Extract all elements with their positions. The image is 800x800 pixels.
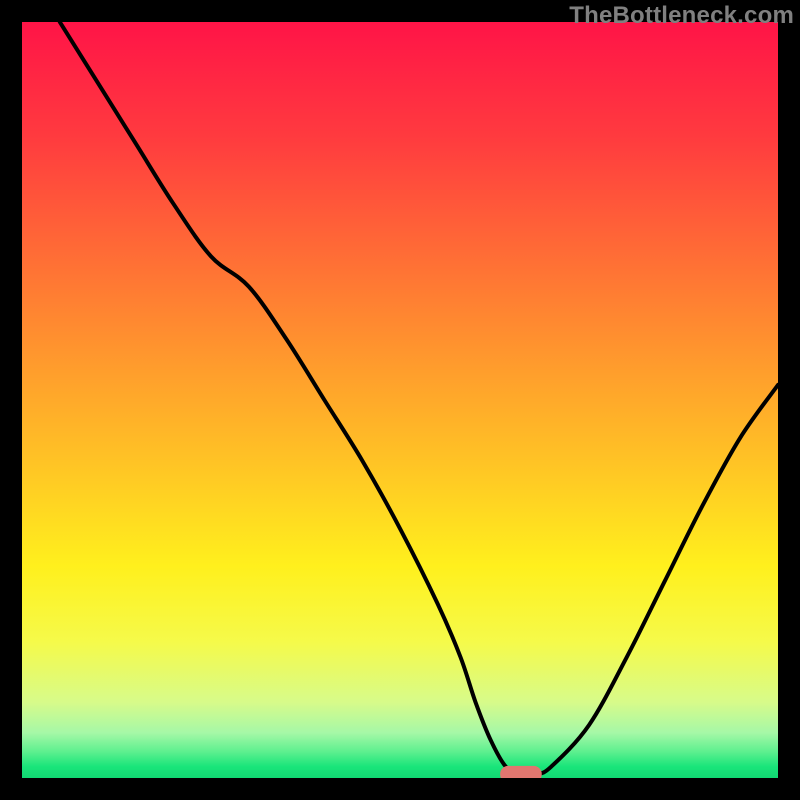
chart-frame: TheBottleneck.com [0,0,800,800]
plot-area [22,22,778,778]
gradient-background [22,22,778,778]
watermark-text: TheBottleneck.com [569,2,794,30]
bottleneck-chart [22,22,778,778]
optimal-marker [500,766,542,778]
